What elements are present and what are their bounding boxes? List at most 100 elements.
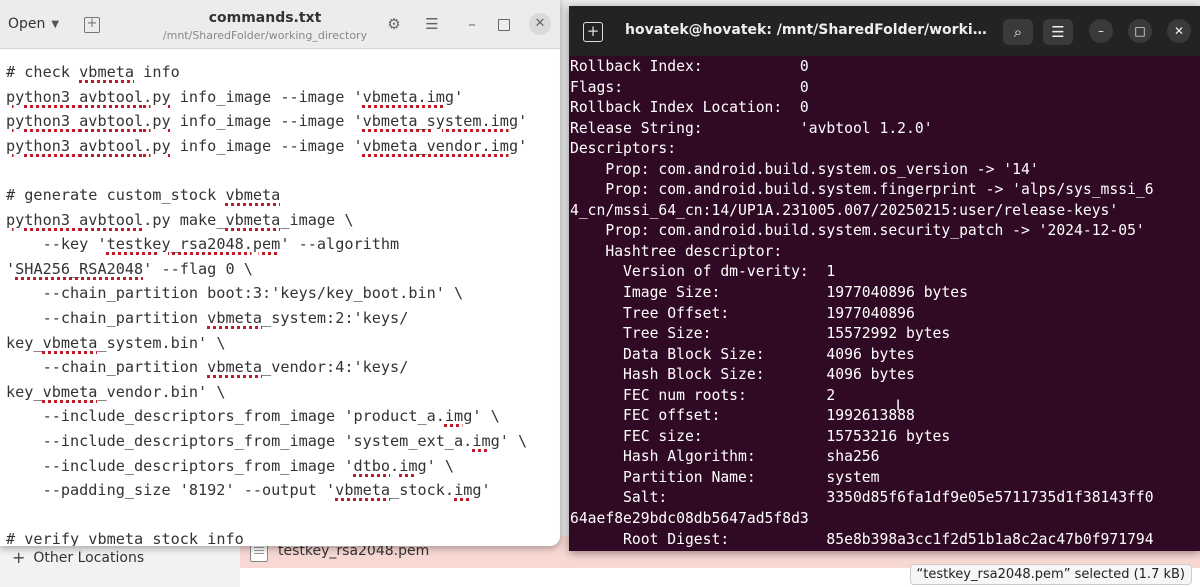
misspelled-word: vbmeta [42,382,98,401]
close-icon[interactable]: ✕ [529,13,551,35]
misspelled-word: vbmeta [207,308,263,327]
terminal-headerbar: + hovatek@hovatek: /mnt/SharedFolder/wor… [569,6,1200,56]
code-line: --chain_partition vbmeta_system:2:'keys/ [6,306,560,331]
hamburger-menu-icon[interactable]: ☰ [422,15,442,33]
terminal-window: + hovatek@hovatek: /mnt/SharedFolder/wor… [569,6,1200,551]
terminal-line: Hash Block Size: 4096 bytes [570,366,915,384]
misspelled-word: avbtool [79,87,144,106]
other-locations-label: Other Locations [33,549,145,566]
code-text: ' [518,112,528,131]
misspelled-word: dtbo [353,456,391,475]
misspelled-word: python3 [6,136,80,155]
misspelled-word: avbtool [79,136,144,155]
code-text: # check [6,63,80,81]
editor-headerbar: Open ▼ + commands.txt /mnt/SharedFolder/… [0,0,560,49]
sidebar-item-other-locations[interactable]: + Other Locations [12,548,144,567]
code-text: _image \ [280,210,354,229]
terminal-line: Root Digest: 85e8b398a3cc1f2d51b1a8c2ac4… [570,530,1154,548]
code-text: _system.bin' \ [97,333,226,352]
open-button[interactable]: Open ▼ [8,16,59,32]
terminal-line: Tree Size: 15572992 bytes [570,325,951,343]
misspelled-word: testkey_rsa2048.pem [106,235,281,254]
code-text: key_ [6,333,43,352]
code-line: # generate custom_stock vbmeta [6,183,560,208]
code-text: ' --algorithm [280,235,400,254]
code-line: --chain_partition vbmeta_vendor:4:'keys/ [6,355,560,380]
selection-status: “testkey_rsa2048.pem” selected (1.7 kB) [909,564,1192,585]
code-line: python3 avbtool.py info_image --image 'v… [6,85,560,110]
code-text: info_image --image ' [170,87,363,106]
terminal-line: Rollback Index Location: 0 [570,99,809,117]
code-line: --include_descriptors_from_image 'dtbo.i… [6,454,560,479]
code-text: info [134,63,180,81]
code-text: ' --flag 0 \ [143,259,253,278]
maximize-icon[interactable] [498,19,510,31]
code-text: ' [481,481,491,500]
gear-icon[interactable]: ⚙ [384,15,404,33]
maximize-icon[interactable]: □ [1128,19,1152,43]
misspelled-word: vbmeta [225,210,281,229]
terminal-line: FEC num roots: 2 [570,386,836,404]
terminal-output[interactable]: Rollback Index: 0 Flags: 0 Rollback Index … [570,57,1200,550]
code-text: ' \ [499,431,528,450]
code-text: --include_descriptors_from_image 'produc… [6,407,445,426]
misspelled-word: img [399,456,427,475]
terminal-line: Partition Name: system [570,468,880,486]
code-text: _system:2:'keys/ [262,308,409,327]
code-text: _stock info [143,530,244,546]
code-line: python3 avbtool.py info_image --image 'v… [6,109,560,134]
minimize-icon[interactable]: – [462,15,482,33]
code-line: --chain_partition boot:3:'keys/key_boot.… [6,281,560,306]
terminal-line: Salt: 3350d85f6fa1df9e05e5711735d1f38143… [570,489,1154,507]
terminal-line: 4_cn/mssi_64_cn:14/UP1A.231005.007/20250… [570,201,1119,219]
misspelled-word: img [444,407,473,426]
terminal-line: Data Block Size: 4096 bytes [570,345,915,363]
code-line: python3 avbtool.py make_vbmeta_image \ [6,208,560,233]
misspelled-word: vbmeta [335,481,391,500]
code-line: --padding_size '8192' --output 'vbmeta_s… [6,478,560,503]
open-label: Open [8,16,46,32]
misspelled-word: .py [143,87,171,106]
terminal-line: Rollback Index: 0 [570,58,809,75]
terminal-line: Tree Offset: 1977040896 [570,304,915,322]
editor-title: commands.txt [208,10,322,26]
text-cursor-icon: I [896,398,901,414]
close-icon[interactable]: ✕ [1167,19,1191,43]
terminal-line: Prop: com.android.build.system.os_versio… [570,160,1039,178]
misspelled-word: vbmeta_vendor.img [362,136,519,155]
editor-text-area[interactable]: # check vbmeta info python3 avbtool.py in… [6,60,560,546]
misspelled-word: vbmeta [207,358,263,377]
terminal-line: Hashtree descriptor: [570,242,783,260]
new-tab-icon[interactable]: + [583,22,603,42]
terminal-line: Image Size: 1977040896 bytes [570,284,968,302]
misspelled-word: vbmeta.img [362,87,455,106]
misspelled-word: vbmeta [225,185,281,204]
misspelled-word: python3 [6,210,80,229]
misspelled-word: img [472,431,500,450]
terminal-line: FEC offset: 1992613888 [570,407,915,425]
search-icon[interactable]: ⌕ [1003,19,1033,45]
terminal-line: Prop: com.android.build.system.fingerpri… [570,181,1154,199]
code-text: info_image --image ' [170,136,363,155]
code-text: ' \ [472,407,500,426]
terminal-line: Prop: com.android.build.system.security_… [570,222,1145,240]
code-text: --include_descriptors_from_image 'system… [6,431,473,450]
minimize-icon[interactable]: – [1089,19,1113,43]
code-text: key_ [6,382,43,401]
new-document-icon[interactable]: + [84,17,100,33]
hamburger-menu-icon[interactable]: ☰ [1043,19,1073,45]
misspelled-word: .py [143,112,171,131]
misspelled-word: vbmeta [79,63,135,81]
editor-path: /mnt/SharedFolder/working_directory [162,29,368,42]
code-line: key_vbmeta_vendor.bin' \ [6,380,560,405]
code-text: _vendor:4:'keys/ [262,358,409,377]
misspelled-word: vbmeta [88,530,144,546]
code-text: --include_descriptors_from_image ' [6,456,354,475]
misspelled-word: .py [143,136,171,155]
code-line: python3 avbtool.py info_image --image 'v… [6,134,560,159]
terminal-line: FEC size: 15753216 bytes [570,427,951,445]
code-text: . [390,456,400,475]
code-text: # generate custom_stock [6,185,226,204]
